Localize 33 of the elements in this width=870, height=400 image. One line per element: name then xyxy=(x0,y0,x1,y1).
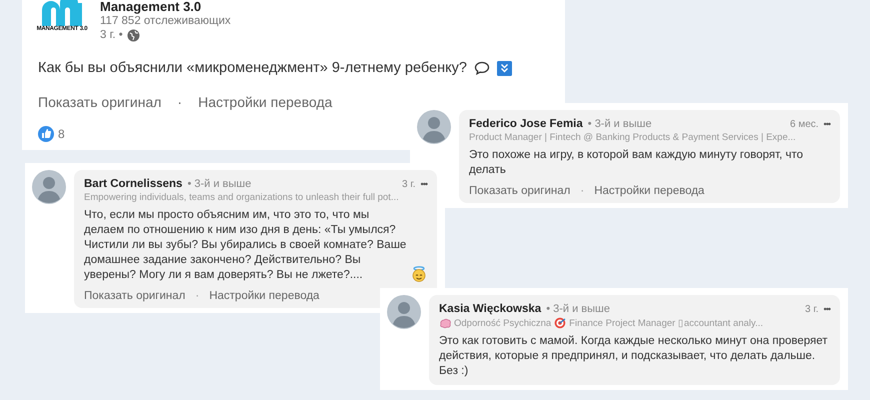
commenter-name[interactable]: Bart Cornelissens xyxy=(84,178,182,190)
connection-degree: • 3-й и выше xyxy=(187,178,252,190)
separator-dot: · xyxy=(195,290,200,302)
translation-link[interactable]: Настройки перевода xyxy=(209,290,320,302)
more-button[interactable]: ••• xyxy=(824,304,830,314)
comment-text: Это похоже на игру, в которой вам каждую минуту говорят, что делать xyxy=(469,148,804,178)
author-name[interactable]: Management 3.0 xyxy=(100,0,231,14)
comment-text: Это как готовить с мамой. Когда каждые несколько минут она проверяет действия, которые я предпринял, и подсказывает, что делать дальше. Без :) xyxy=(439,334,829,379)
translation-link[interactable]: Показать оригинал xyxy=(38,94,162,110)
post-time: 3 г. • xyxy=(100,28,123,42)
separator-dot: · xyxy=(177,94,182,110)
headline: Odporność Psychiczna xyxy=(454,318,552,328)
headline: Product Manager | Fintech @ Banking Products & Payment Services | Expe... xyxy=(469,132,796,143)
commenter-name[interactable]: Federico Jose Femia xyxy=(469,118,583,130)
like-count: 8 xyxy=(58,127,65,141)
separator-dot: · xyxy=(580,185,584,197)
translation-link[interactable]: Показать оригинал xyxy=(84,290,186,302)
translation-link[interactable]: Настройки перевода xyxy=(198,94,332,110)
commenter-name[interactable]: Kasia Więckowska xyxy=(439,303,542,315)
comment-text: Что, если мы просто объясним им, что это то, что мы делаем по отношению к ним изо дня в день: «Ты умылся? Чистили ли вы зубы? Вы убирались в своей комнате? Ваше домашнее задание закончено? Действительно? Вы уверены? Могу ли я вам доверять? Вы не лжете?.... xyxy=(84,208,407,283)
more-button[interactable]: ••• xyxy=(824,119,830,129)
connection-degree: • 3-й и выше xyxy=(588,118,652,130)
translation-link[interactable]: Показать оригинал xyxy=(469,185,570,197)
post-text: Как бы вы объяснили «микроменеджмент» 9-летнему ребенку? xyxy=(38,60,467,76)
comment-time: 6 мес. xyxy=(790,119,819,130)
headline: Finance Project Manager ▯accountant analy... xyxy=(569,317,763,329)
comment-time: 3 г. xyxy=(805,304,819,315)
follower-count: 117 852 отслеживающих xyxy=(100,14,231,28)
connection-degree: • 3-й и выше xyxy=(546,303,610,315)
translation-link[interactable]: Настройки перевода xyxy=(594,185,704,197)
more-button[interactable]: ••• xyxy=(420,179,427,189)
comment-time: 3 г. xyxy=(402,179,416,190)
headline: Empowering individuals, teams and organizations to unleash their full pot... xyxy=(84,192,399,203)
